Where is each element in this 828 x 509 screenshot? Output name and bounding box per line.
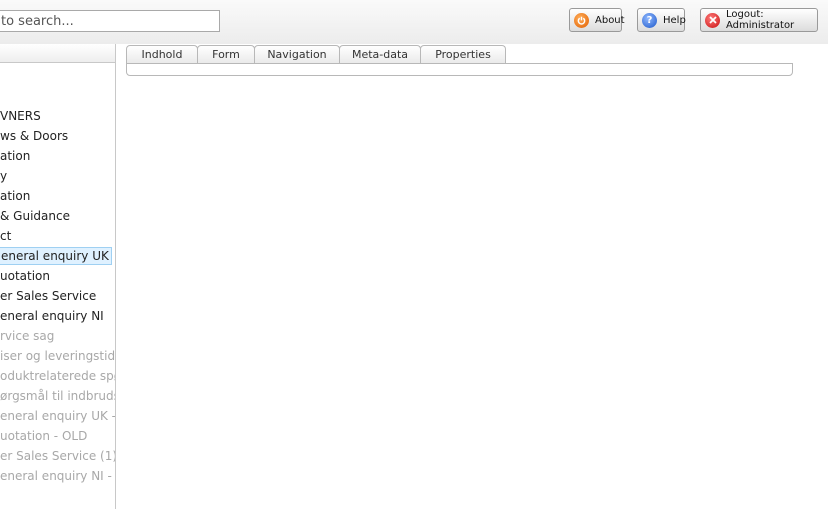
- tree-item-inactive[interactable]: uotation - OLD: [0, 426, 115, 446]
- about-button[interactable]: About: [569, 8, 625, 32]
- question-icon: ?: [642, 12, 657, 28]
- tree-item-label: uotation: [0, 269, 50, 283]
- tree-item[interactable]: uotation: [0, 266, 115, 286]
- tree-item[interactable]: ation: [0, 146, 115, 166]
- tab-indhold[interactable]: Indhold: [126, 45, 198, 64]
- tree-item-inactive[interactable]: ørgsmål til indbrudss: [0, 386, 115, 406]
- tree-item-label: ws & Doors: [0, 129, 69, 143]
- tab-meta-data[interactable]: Meta-data: [339, 45, 421, 64]
- tree-item[interactable]: ct: [0, 226, 115, 246]
- tree-item-label: eneral enquiry UK: [0, 247, 112, 265]
- tab-form[interactable]: Form: [197, 45, 255, 64]
- tree-item[interactable]: VNERS: [0, 106, 115, 126]
- tree-item-label: ørgsmål til indbrudss: [0, 389, 116, 403]
- close-icon: [705, 12, 720, 28]
- tree-item-inactive[interactable]: eneral enquiry UK - OL: [0, 406, 115, 426]
- tree-item-inactive[interactable]: rvice sag: [0, 326, 115, 346]
- tab-navigation[interactable]: Navigation: [254, 45, 340, 64]
- tree-item-label: er Sales Service: [0, 289, 97, 303]
- navigation-tree: VNERS ws & Doors ation y ation & Guidanc…: [0, 106, 115, 486]
- tree-item-label: eneral enquiry UK - OL: [0, 409, 116, 423]
- tree-item-inactive[interactable]: eneral enquiry NI - OL: [0, 466, 115, 486]
- top-toolbar: About ? Help Logout: Administrator: [0, 0, 828, 44]
- tree-item-label: oduktrelaterede spørgs: [0, 369, 115, 383]
- tree-item-label: uotation - OLD: [0, 429, 88, 443]
- tree-item-label: ation: [0, 189, 31, 203]
- navigation-tree-panel: VNERS ws & Doors ation y ation & Guidanc…: [0, 44, 116, 509]
- tree-item-label: ation: [0, 149, 31, 163]
- logout-button[interactable]: Logout: Administrator: [700, 8, 818, 32]
- tab-properties[interactable]: Properties: [420, 45, 506, 64]
- tree-item[interactable]: eneral enquiry NI: [0, 306, 115, 326]
- tree-item-label: & Guidance: [0, 209, 70, 223]
- tree-item-inactive[interactable]: er Sales Service (1): [0, 446, 115, 466]
- tree-item-label: ct: [0, 229, 12, 243]
- tree-item[interactable]: ws & Doors: [0, 126, 115, 146]
- tab-content-panel: [126, 63, 793, 76]
- logout-label: Logout: Administrator: [726, 9, 795, 31]
- help-button[interactable]: ? Help: [637, 8, 686, 32]
- tree-item[interactable]: ation: [0, 186, 115, 206]
- tree-item-inactive[interactable]: oduktrelaterede spørgs: [0, 366, 115, 386]
- tree-item-label: y: [0, 169, 8, 183]
- content-tabs: Indhold Form Navigation Meta-data Proper…: [126, 45, 506, 64]
- search-input[interactable]: [0, 10, 220, 32]
- tree-item-label: VNERS: [0, 109, 41, 123]
- tree-item-label: eneral enquiry NI - OL: [0, 469, 115, 483]
- tree-item[interactable]: er Sales Service: [0, 286, 115, 306]
- tree-item-label: eneral enquiry NI: [0, 309, 104, 323]
- tree-item-label: iser og leveringstid: [0, 349, 116, 363]
- tree-item[interactable]: & Guidance: [0, 206, 115, 226]
- tree-item[interactable]: y: [0, 166, 115, 186]
- power-icon: [574, 12, 589, 28]
- tree-item-label: rvice sag: [0, 329, 55, 343]
- help-label: Help: [663, 14, 686, 26]
- tree-item-selected[interactable]: eneral enquiry UK: [0, 246, 115, 266]
- tree-item-label: er Sales Service (1): [0, 449, 116, 463]
- tree-panel-header: [0, 44, 115, 63]
- about-label: About: [595, 14, 625, 26]
- tree-item-inactive[interactable]: iser og leveringstid: [0, 346, 115, 366]
